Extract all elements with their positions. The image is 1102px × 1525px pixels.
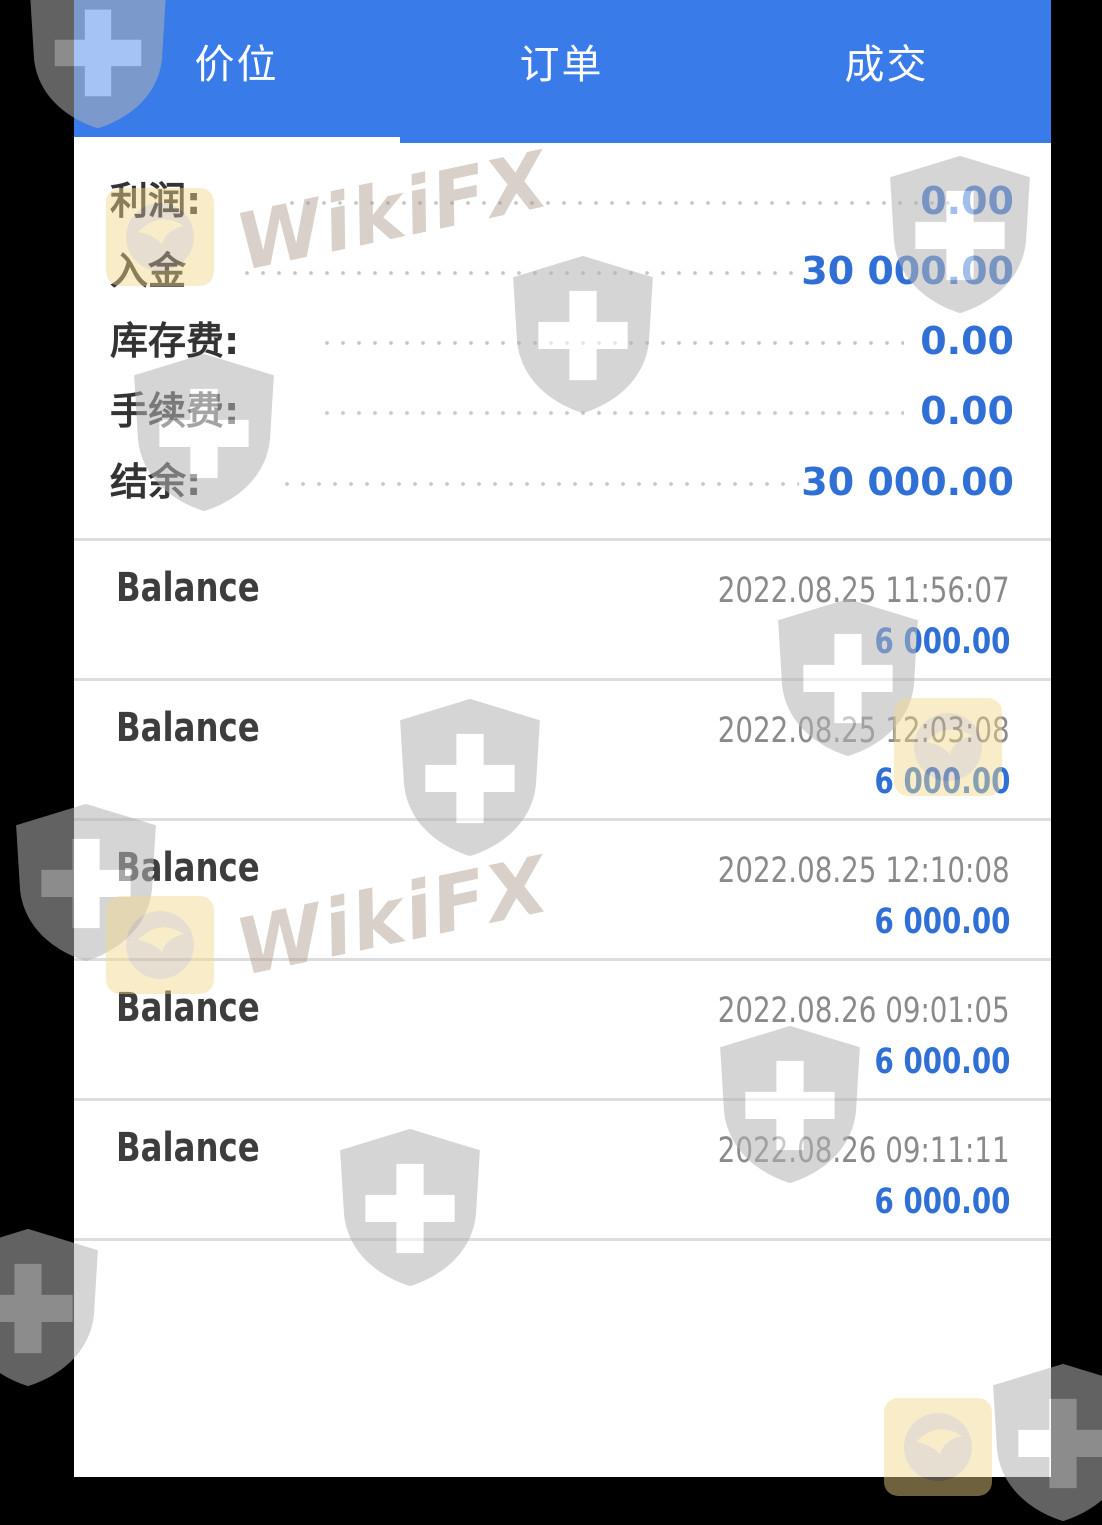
list-item[interactable]: Balance 2022.08.26 09:01:05 6 000.00	[74, 961, 1051, 1101]
tab-deals[interactable]: 成交	[724, 0, 1049, 143]
summary-label: 入金	[110, 249, 187, 293]
summary-label: 库存费:	[110, 319, 240, 363]
summary-label: 结余:	[110, 460, 202, 504]
summary-row-swap: 库存费: 0.00	[74, 311, 1051, 371]
deal-type: Balance	[116, 565, 260, 611]
deal-type: Balance	[116, 1125, 260, 1171]
list-item[interactable]: Balance 2022.08.25 11:56:07 6 000.00	[74, 541, 1051, 681]
summary-row-balance: 结余: 30 000.00	[74, 452, 1051, 512]
dot-leader	[319, 340, 904, 346]
summary-value: 30 000.00	[801, 249, 1014, 293]
list-item[interactable]: Balance 2022.08.25 12:03:08 6 000.00	[74, 681, 1051, 821]
summary-label: 手续费:	[110, 389, 240, 433]
deal-amount: 6 000.00	[874, 1042, 1010, 1082]
deal-amount: 6 000.00	[874, 902, 1010, 942]
summary-row-deposit: 入金 30 000.00	[74, 241, 1051, 301]
deal-type: Balance	[116, 845, 260, 891]
dot-leader	[279, 481, 799, 487]
summary-value: 0.00	[920, 319, 1014, 363]
deal-type: Balance	[116, 705, 260, 751]
deal-time: 2022.08.26 09:11:11	[718, 1131, 1010, 1171]
deal-amount: 6 000.00	[874, 622, 1010, 662]
summary-label: 利润:	[110, 179, 202, 223]
list-item[interactable]: Balance 2022.08.26 09:11:11 6 000.00	[74, 1101, 1051, 1241]
summary-value: 0.00	[920, 179, 1014, 223]
deal-amount: 6 000.00	[874, 762, 1010, 802]
tab-bar: 价位 订单 成交	[74, 0, 1051, 143]
tab-orders-label: 订单	[519, 41, 604, 88]
dot-leader	[239, 270, 799, 276]
list-item[interactable]: Balance 2022.08.25 12:10:08 6 000.00	[74, 821, 1051, 961]
deal-type: Balance	[116, 985, 260, 1031]
summary-value: 30 000.00	[801, 460, 1014, 504]
summary-row-commission: 手续费: 0.00	[74, 381, 1051, 441]
tab-deals-label: 成交	[844, 41, 929, 88]
deal-time: 2022.08.25 12:03:08	[718, 711, 1010, 751]
tab-quotes[interactable]: 价位	[74, 0, 399, 143]
deal-list: Balance 2022.08.25 11:56:07 6 000.00 Bal…	[74, 538, 1051, 1241]
dot-leader	[319, 410, 904, 416]
dot-leader	[284, 200, 964, 206]
deal-time: 2022.08.26 09:01:05	[718, 991, 1010, 1031]
account-summary: 利润: 0.00 入金 30 000.00 库存费: 0.00 手续费: 0.0…	[74, 143, 1051, 539]
deal-time: 2022.08.25 12:10:08	[718, 851, 1010, 891]
deal-time: 2022.08.25 11:56:07	[718, 571, 1010, 611]
tab-orders[interactable]: 订单	[399, 0, 724, 143]
deal-amount: 6 000.00	[874, 1182, 1010, 1222]
history-screen: 价位 订单 成交 利润: 0.00 入金 30 000.00 库存费: 0.00…	[74, 0, 1051, 1477]
summary-row-profit: 利润: 0.00	[74, 171, 1051, 231]
tab-quotes-label: 价位	[194, 41, 279, 88]
summary-value: 0.00	[920, 389, 1014, 433]
